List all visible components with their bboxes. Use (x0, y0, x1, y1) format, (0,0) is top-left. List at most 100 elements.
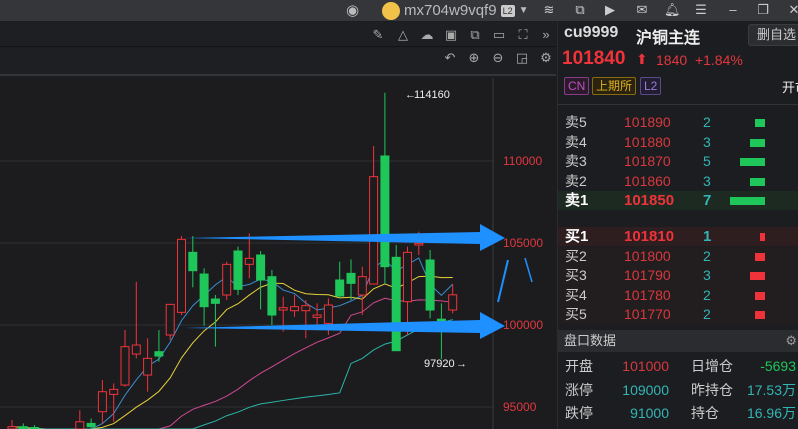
bid-row[interactable]: 买1 101810 1 (558, 227, 798, 246)
candle-body (109, 388, 119, 395)
level-price: 101780 (624, 286, 671, 303)
stat-label: 涨停 (565, 381, 593, 398)
quote-panel: cu9999 沪铜主连 删自选 101840 ⬆ 1840 +1.84% CN … (557, 22, 798, 429)
popout-icon[interactable]: ⧉ (572, 2, 588, 18)
zoom-out-icon[interactable]: ⊖ (490, 50, 506, 66)
level-label: 买1 (565, 228, 589, 245)
bell-icon[interactable]: 🔔︎ (664, 2, 681, 18)
candle-body (369, 176, 379, 285)
ask-row[interactable]: 卖3 101870 5 (558, 152, 798, 171)
screenshot-icon[interactable]: ▣ (443, 27, 459, 43)
volume-bar (749, 272, 765, 280)
level-volume: 2 (703, 306, 711, 322)
high-price-label: 114160 (414, 89, 450, 101)
change-value: 1840 (656, 52, 688, 68)
candle-body (75, 421, 85, 429)
layout-icon[interactable]: ◲ (514, 50, 530, 66)
robot-icon[interactable]: ◉ (346, 0, 359, 21)
tag-cn: CN (564, 77, 590, 95)
volume-bar (754, 252, 765, 261)
stat-label: 开盘 (565, 358, 593, 374)
settings-icon[interactable]: ⚙ (785, 330, 797, 352)
settings-icon[interactable]: ⚙ (538, 50, 554, 66)
candle-body (199, 273, 209, 308)
monitor-icon[interactable]: ▭ (491, 27, 507, 43)
candle-body (403, 251, 412, 303)
fullscreen-icon[interactable]: ⛶ (515, 27, 531, 43)
stat-label: 昨持仓 (691, 381, 733, 398)
video-icon[interactable]: ▶ (602, 2, 618, 18)
mail-icon[interactable]: ✉ (634, 2, 650, 18)
level-label: 买5 (565, 306, 587, 322)
candle-body (346, 272, 356, 284)
market-status: 开市 (782, 80, 798, 95)
alert-bell-icon[interactable]: △ (395, 27, 411, 43)
list-icon[interactable]: ☰ (693, 2, 709, 18)
stat-value: 17.53万 (746, 381, 796, 398)
candle-body (154, 351, 164, 357)
bid-row[interactable]: 买5 101770 2 (558, 305, 798, 324)
level-volume: 2 (703, 114, 711, 130)
level-volume: 3 (703, 267, 711, 283)
user-menu[interactable]: mx704w9vqf9 L2 ▼ (382, 0, 528, 21)
remove-watchlist-button[interactable]: 删自选 (748, 24, 798, 46)
candle-body (97, 391, 107, 413)
bid-row[interactable]: 买4 101780 2 (558, 285, 798, 305)
candle-body (131, 344, 141, 355)
candle-body (335, 279, 345, 297)
candle-body (436, 318, 446, 322)
level-volume: 2 (703, 247, 711, 264)
chart-toolbar-secondary: ↶ ⊕ ⊖ ◲ ⚙ (0, 48, 556, 76)
cloud-icon[interactable]: ☁ (419, 27, 435, 43)
level-volume: 1 (703, 228, 712, 245)
stat-value: 16.96万 (746, 405, 796, 421)
change-percent: +1.84% (694, 52, 743, 68)
level-volume: 7 (703, 192, 712, 209)
level-label: 卖4 (565, 133, 587, 150)
candle-body (120, 346, 130, 386)
pencil-icon[interactable]: ✎ (370, 27, 386, 43)
candle-body (177, 238, 186, 313)
candle-body (357, 276, 367, 296)
undo-icon[interactable]: ↶ (442, 50, 458, 66)
candle (177, 236, 186, 316)
level-price: 101850 (624, 192, 675, 209)
ask-row[interactable]: 卖2 101860 3 (558, 172, 798, 191)
level-label: 卖1 (565, 192, 589, 209)
close-icon[interactable]: ✕ (786, 2, 798, 18)
layers-icon[interactable]: ≋ (541, 2, 557, 18)
divider (558, 104, 798, 105)
username: mx704w9vqf9 (404, 2, 497, 19)
stat-value: -5693 (760, 358, 796, 374)
candlestick-chart[interactable]: 114160 ← 97920 → 95000 100000 105000 110000 (0, 78, 556, 429)
restore-icon[interactable]: ❐ (755, 2, 771, 18)
bid-row[interactable]: 买3 101790 3 (558, 266, 798, 285)
candle-body (278, 307, 288, 311)
y-tick-label: 105000 (503, 236, 543, 250)
level-label: 买4 (565, 286, 587, 303)
volume-bar (740, 158, 765, 166)
bid-row[interactable]: 买2 101800 2 (558, 246, 798, 266)
candle-body (323, 304, 333, 324)
ask-row[interactable]: 卖5 101890 2 (558, 113, 798, 132)
level-volume: 2 (703, 286, 711, 303)
candle-body (391, 256, 401, 352)
candle-body (210, 298, 220, 304)
stat-value: 109000 (622, 381, 669, 398)
tag-exchange: 上期所 (592, 77, 637, 95)
stats-title: 盘口数据 (564, 333, 617, 348)
chart-toolbar: ✎ △ ☁ ▣ ⧉ ▭ ⛶ » (0, 22, 556, 47)
compare-icon[interactable]: ⧉ (467, 27, 483, 43)
collapse-icon[interactable]: » (538, 27, 554, 43)
ask-row[interactable]: 卖1 101850 7 (558, 191, 798, 210)
candle-body (18, 426, 28, 429)
candle-body (414, 242, 424, 246)
level-price: 101870 (624, 153, 671, 169)
zoom-in-icon[interactable]: ⊕ (466, 50, 482, 66)
level-badge: L2 (500, 4, 515, 17)
y-tick-label: 110000 (503, 154, 542, 168)
level-label: 卖5 (565, 114, 587, 130)
ask-row[interactable]: 卖4 101880 3 (558, 133, 798, 152)
minimize-icon[interactable]: – (725, 2, 741, 18)
candle-body (301, 305, 311, 312)
